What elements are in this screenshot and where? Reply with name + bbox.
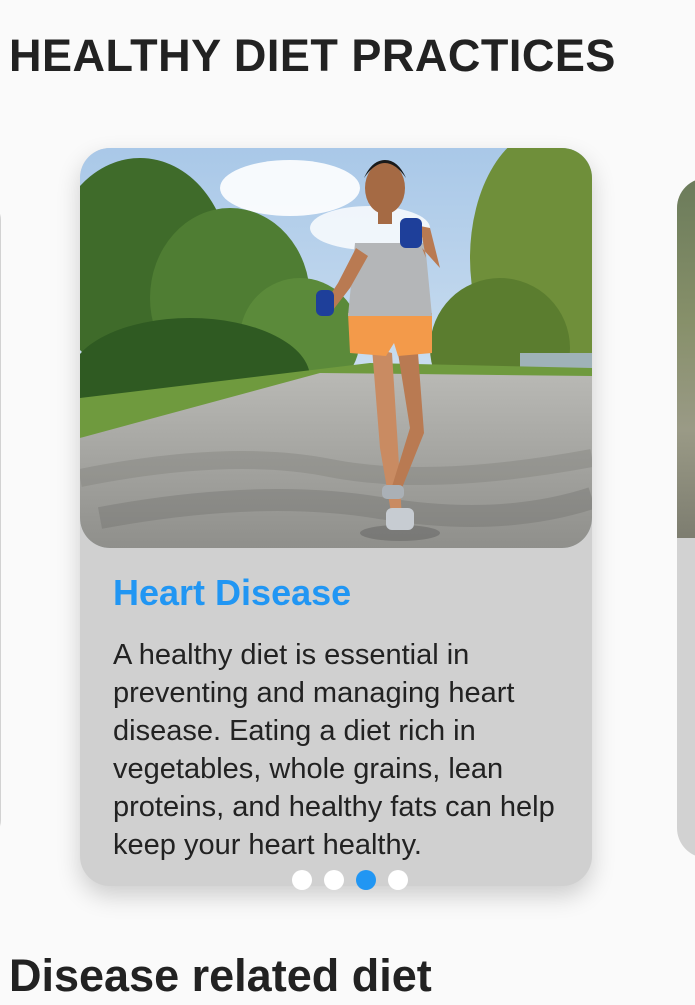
- card-description: A healthy diet is essential in preventin…: [113, 639, 555, 861]
- page-dot-4[interactable]: [387, 870, 408, 890]
- jogging-woman-photo: [80, 148, 592, 548]
- diet-practices-carousel[interactable]: Heart Disease A healthy diet is essentia…: [0, 148, 695, 898]
- page-dot-2[interactable]: [323, 870, 344, 890]
- section-title: Disease related diet: [9, 950, 432, 1001]
- page-dot-1[interactable]: [291, 870, 312, 890]
- card-image: [80, 148, 592, 548]
- carousel-page-indicator: [0, 870, 695, 890]
- carousel-card-heart-disease[interactable]: Heart Disease A healthy diet is essentia…: [80, 148, 592, 886]
- previous-card-peek[interactable]: [0, 200, 1, 840]
- page-title: HEALTHY DIET PRACTICES: [9, 30, 616, 81]
- card-title: Heart Disease: [113, 572, 352, 613]
- next-card-image: [677, 178, 695, 538]
- next-card-peek[interactable]: [677, 178, 695, 858]
- page-dot-3-active[interactable]: [355, 870, 376, 890]
